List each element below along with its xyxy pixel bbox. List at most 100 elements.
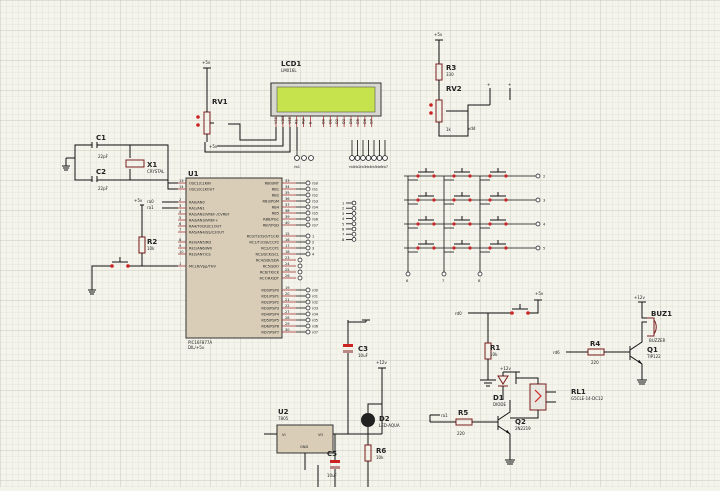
u1-right-pin-name: RD4/PSP4 — [261, 312, 279, 316]
buz1-ref: BUZ1 — [651, 310, 672, 318]
r6-val: 10k — [376, 455, 384, 460]
lcd-net-terminal — [354, 155, 361, 161]
keypad-key-contact — [468, 222, 472, 226]
u1-right-pin-num: 38 — [285, 209, 290, 213]
u1-net-label: rb0 — [312, 182, 319, 186]
u1-right-pin-num: 39 — [285, 215, 290, 219]
connector-terminal — [351, 216, 357, 221]
lcd-net-terminal — [382, 155, 388, 161]
r2-ref: R2 — [147, 238, 157, 246]
keypad-key-contact — [504, 246, 508, 250]
connector-terminal — [351, 231, 357, 237]
u1-ref: U1 — [188, 170, 199, 178]
x1-val: CRYSTAL — [147, 169, 165, 174]
u1-net-label: 1 — [312, 235, 314, 239]
u1-net-label: rb2 — [312, 194, 318, 198]
u1-right-pin-num: 37 — [285, 203, 290, 207]
q2-val: 2N2219 — [515, 426, 531, 431]
lcd-pin-label: D1 — [328, 119, 332, 124]
u1-left-pin-num: 13 — [179, 179, 184, 183]
u1-right-pin-name: RC6/TX/CK — [260, 270, 280, 274]
lcd-pin-label: VEE — [288, 116, 292, 124]
c2-val: 22pF — [98, 186, 109, 191]
u1-right-pin-num: 34 — [285, 185, 290, 189]
u1-net-label: rd5 — [312, 319, 318, 323]
u1-left-pin-name: RE2/AN7/CS — [189, 252, 211, 256]
u1-net-terminal — [305, 245, 311, 251]
rv1-gnd-label: +5v — [209, 144, 218, 149]
r1-ref: R1 — [490, 344, 500, 352]
lcd-net-terminal — [360, 155, 366, 161]
keypad-key-contact — [452, 246, 456, 250]
u1-net-terminal — [305, 204, 311, 210]
r1-val: 10k — [490, 352, 498, 357]
c5-ref: C5 — [327, 450, 337, 458]
r5-ref: R5 — [458, 409, 468, 417]
ra1-label: ra1 — [147, 205, 154, 210]
u1-sub: DIL/+5v — [188, 345, 205, 350]
u1-open-terminal — [297, 263, 303, 269]
u1-net-label: rd2 — [312, 301, 318, 305]
keypad-key-contact — [416, 222, 420, 226]
u1-right-pin-num: 19 — [285, 286, 290, 290]
u1-right-pin-name: RB0/INT — [265, 181, 280, 185]
u1-right-pin-num: 26 — [285, 274, 290, 278]
svg-text:+: + — [487, 82, 490, 87]
keypad-col-label: 7 — [442, 279, 444, 283]
u1-right-pin-num: 33 — [285, 179, 290, 183]
u1-net-terminal — [305, 287, 311, 293]
c3-val: 10uF — [358, 353, 369, 358]
connector-terminal — [351, 226, 357, 232]
u1-left-pin-num: 1 — [179, 262, 181, 266]
u1-left-pin-name: RE1/AN6/WR — [189, 246, 212, 250]
u1-right-pin-num: 36 — [285, 197, 290, 201]
keypad-key-contact — [416, 174, 420, 178]
u1-right-pin-name: RD7/PSP7 — [261, 330, 279, 334]
u1-open-terminal — [297, 269, 303, 275]
c1-val: 22pF — [98, 154, 109, 159]
connector-terminal — [351, 237, 357, 242]
u1-net-terminal — [305, 329, 311, 335]
keypad-row-label: 2 — [543, 175, 545, 179]
lcd-pin-label: D3 — [342, 119, 346, 124]
d2-led-body — [361, 413, 375, 427]
u1-right-pin-name: RC5/SDO — [263, 264, 279, 268]
c3-plate-a — [343, 344, 353, 347]
p12v-label-buzzer: +12v — [634, 295, 645, 300]
schematic-svg: LCD1 LM016L VSS VDD VEE RS RW E D0 D1 D2 D3 D4 D5 D6… — [0, 0, 720, 487]
u1-right-pin-name: RC0/T1OSO/T1CKI — [247, 234, 279, 238]
connector-terminal — [351, 221, 357, 227]
keypad-key-contact — [468, 246, 472, 250]
u1-open-terminal — [297, 275, 303, 281]
u1-right-pin-num: 25 — [285, 268, 290, 272]
u1-net-label: rd7 — [312, 331, 318, 335]
u1-net-label: rd6 — [312, 325, 319, 329]
c3-ref: C3 — [358, 345, 368, 353]
u1-open-terminal — [297, 257, 303, 263]
rv1-knob-down — [196, 123, 200, 127]
c3-plate-b — [343, 350, 353, 353]
keypad-key-contact — [452, 198, 456, 202]
c5-plate-b — [330, 466, 340, 469]
buz1-val: BUZZER — [649, 338, 666, 343]
u2-vo: VO — [318, 433, 323, 437]
keypad-col-terminal — [477, 271, 483, 277]
u1-right-pin-num: 28 — [285, 316, 290, 320]
d2-ref: D2 — [379, 415, 390, 423]
p5v-label-rv1: +5v — [202, 60, 211, 65]
lcd-pin-label: RW — [302, 118, 306, 124]
p12v-label-relay: +12v — [500, 366, 511, 371]
keypad-key-contact — [488, 198, 492, 202]
lcd-net-label: rb1 — [294, 165, 300, 169]
u1-net-terminal — [305, 210, 311, 216]
q1-val: TIP122 — [646, 354, 661, 359]
u1-right-pin-num: 15 — [285, 232, 290, 236]
u1-right-pin-name: RB2 — [272, 193, 279, 197]
u1-net-terminal — [305, 222, 311, 228]
lcd-ref: LCD1 — [281, 60, 301, 68]
lcd-net-label: rb7 — [382, 165, 388, 169]
r3-val: 330 — [446, 72, 454, 77]
u1-right-pin-num: 23 — [285, 256, 290, 260]
u2-model: 7805 — [278, 416, 289, 421]
u1-right-pin-num: 22 — [285, 304, 290, 308]
